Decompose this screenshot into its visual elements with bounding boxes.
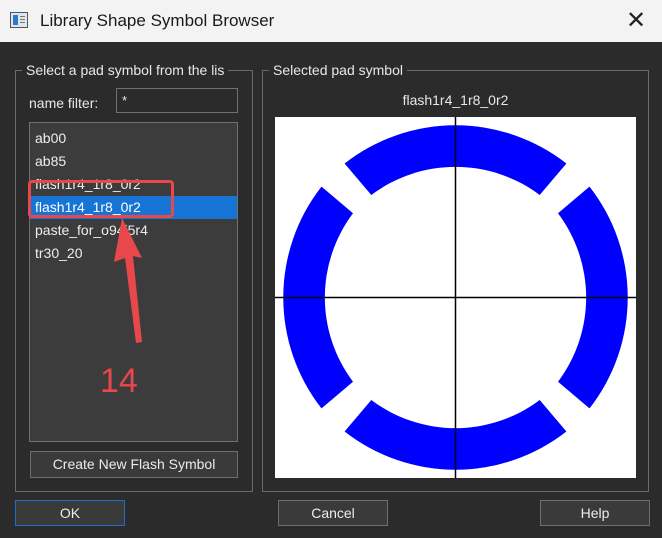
close-button[interactable]: ✕ — [622, 8, 650, 34]
list-item-ab85[interactable]: ab85 — [30, 150, 237, 173]
annotation-number: 14 — [100, 362, 138, 400]
selected-pad-symbol-legend: Selected pad symbol — [273, 62, 403, 78]
help-button[interactable]: Help — [540, 500, 650, 526]
cancel-button[interactable]: Cancel — [278, 500, 388, 526]
annotation-arrow-shape — [114, 218, 142, 343]
name-filter-label: name filter: — [29, 95, 99, 111]
annotation-arrow — [114, 218, 142, 343]
create-new-flash-symbol-button[interactable]: Create New Flash Symbol — [30, 451, 238, 478]
name-filter-input[interactable] — [116, 88, 238, 113]
select-pad-symbol-legend: Select a pad symbol from the lis — [26, 62, 225, 78]
title-bar: Library Shape Symbol Browser ✕ — [0, 0, 662, 42]
app-icon — [10, 12, 28, 28]
list-item-ab00[interactable]: ab00 — [30, 127, 237, 150]
window-title: Library Shape Symbol Browser — [40, 11, 275, 30]
ok-button[interactable]: OK — [15, 500, 125, 526]
symbol-name-label: flash1r4_1r8_0r2 — [402, 92, 509, 108]
annotation-highlight-box — [28, 180, 174, 218]
pad-symbol-preview — [275, 117, 636, 478]
